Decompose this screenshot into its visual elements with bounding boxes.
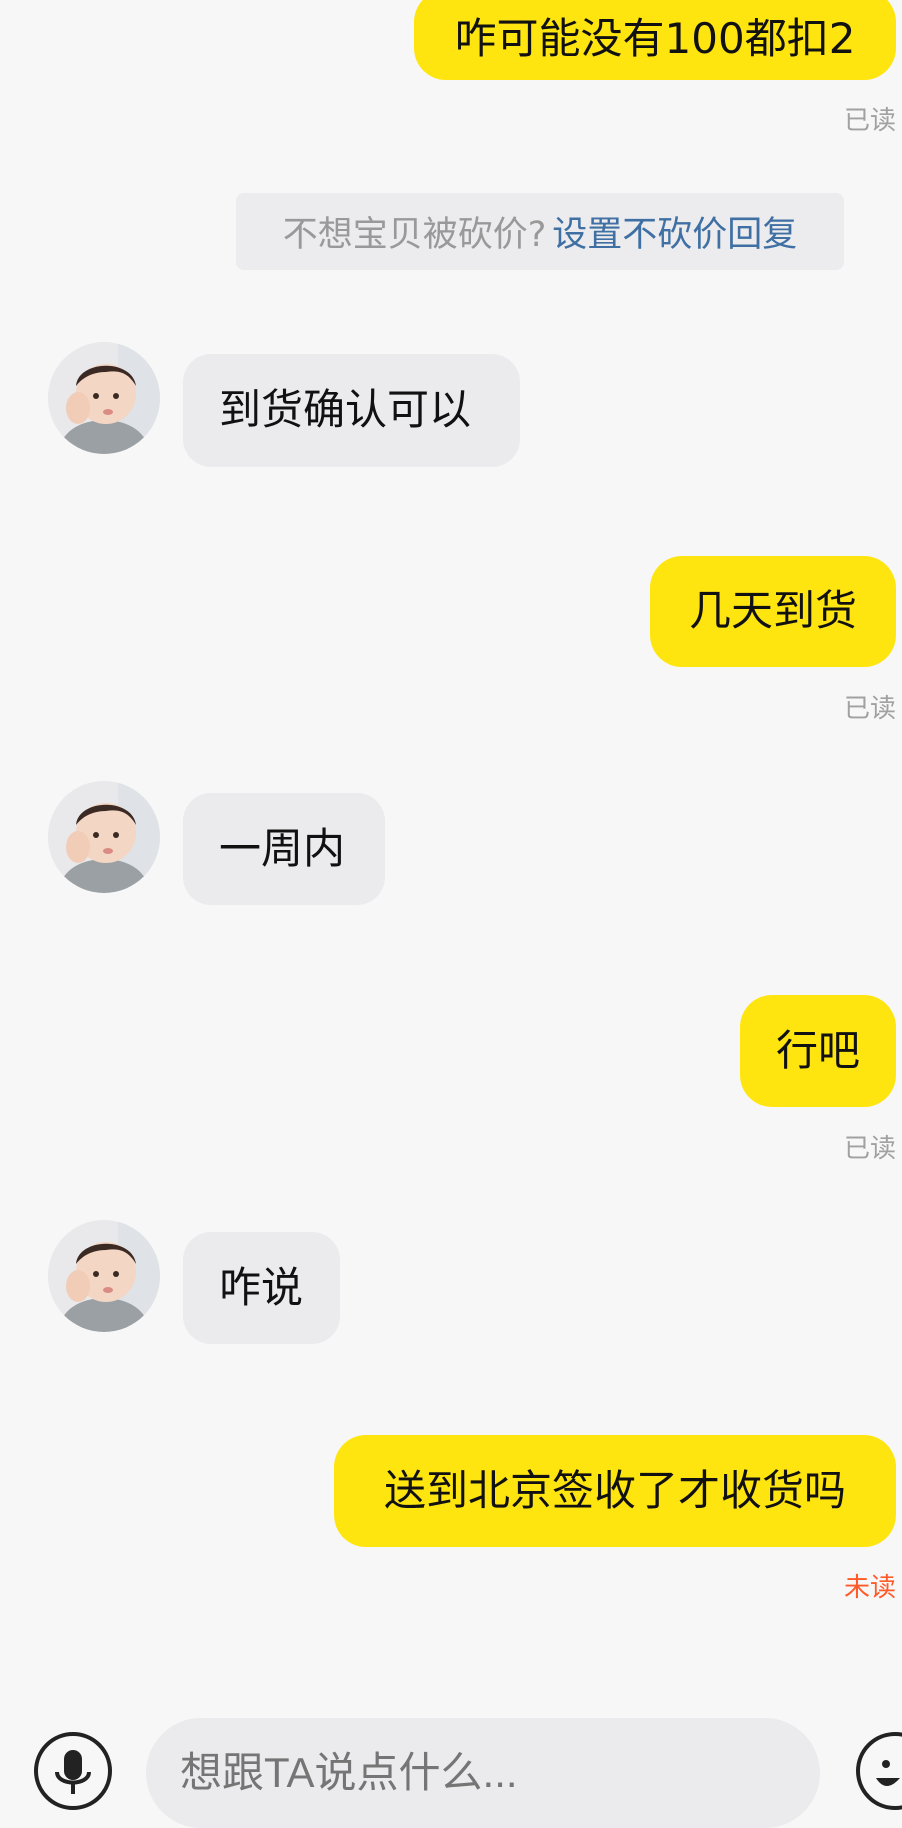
read-status: 已读: [843, 694, 896, 724]
message-input-bar: [0, 1705, 902, 1828]
message-text: 一周内: [219, 823, 346, 873]
avatar[interactable]: [48, 342, 160, 454]
incoming-message-bubble[interactable]: 一周内: [183, 793, 385, 905]
outgoing-message-bubble[interactable]: 送到北京签收了才收货吗: [334, 1435, 896, 1547]
child-avatar-icon: [48, 1220, 160, 1332]
outgoing-message-bubble[interactable]: 行吧: [740, 995, 896, 1107]
message-text: 行吧: [775, 1025, 860, 1075]
message-text: 咋可能没有100都扣2: [454, 13, 856, 63]
avatar[interactable]: [48, 1220, 160, 1332]
emoji-icon: [876, 1760, 900, 1786]
message-input[interactable]: [146, 1718, 820, 1828]
no-bargain-reply-link[interactable]: 设置不砍价回复: [552, 206, 797, 257]
outgoing-message-bubble[interactable]: 咋可能没有100都扣2: [414, 0, 896, 80]
message-text: 几天到货: [688, 586, 857, 636]
emoji-button[interactable]: [856, 1732, 902, 1810]
child-avatar-icon: [48, 781, 160, 893]
child-avatar-icon: [48, 342, 160, 454]
message-text: 送到北京签收了才收货吗: [383, 1465, 846, 1515]
incoming-message-bubble[interactable]: 咋说: [183, 1232, 340, 1344]
chat-screen: 咋可能没有100都扣2 已读 不想宝贝被砍价? 设置不砍价回复 到货确认可以 几…: [0, 0, 902, 1828]
bargain-notice: 不想宝贝被砍价? 设置不砍价回复: [236, 193, 844, 270]
read-status: 已读: [843, 1134, 896, 1164]
notice-text: 不想宝贝被砍价?: [282, 215, 547, 255]
read-status: 已读: [843, 106, 896, 136]
unread-status: 未读: [843, 1573, 896, 1603]
microphone-icon: [55, 1750, 91, 1794]
incoming-message-bubble[interactable]: 到货确认可以: [183, 354, 520, 467]
outgoing-message-bubble[interactable]: 几天到货: [650, 556, 896, 667]
voice-input-button[interactable]: [34, 1732, 112, 1810]
message-text: 咋说: [219, 1262, 304, 1312]
avatar[interactable]: [48, 781, 160, 893]
message-text: 到货确认可以: [219, 385, 472, 435]
